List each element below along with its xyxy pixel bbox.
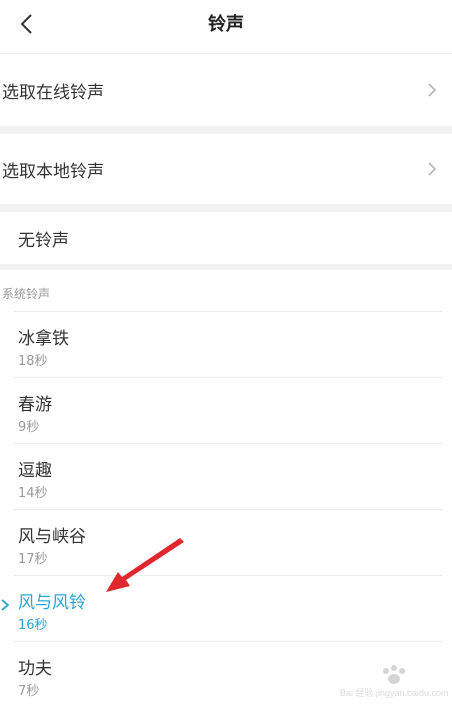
selected-chevron-icon (1, 599, 10, 611)
ringtone-duration: 16秒 (18, 618, 48, 633)
select-online-ringtone-row[interactable]: 选取在线铃声 (0, 54, 452, 126)
ringtone-screen: 铃声 选取在线铃声 选取本地铃声 无铃声 系统铃声 冰拿铁 18秒 春游 9秒 … (0, 0, 452, 713)
ringtone-item-selected[interactable]: 风与风铃 16秒 (0, 576, 452, 642)
ringtone-item[interactable]: 冰拿铁 18秒 (0, 312, 452, 378)
no-ringtone-label: 无铃声 (18, 230, 69, 251)
ringtone-item[interactable]: 风与峡谷 17秒 (0, 510, 452, 576)
ringtone-name: 冰拿铁 (18, 329, 69, 349)
ringtone-name: 逗趣 (18, 461, 52, 481)
select-online-ringtone-label: 选取在线铃声 (2, 82, 104, 103)
chevron-right-icon (428, 83, 437, 97)
ringtone-name: 风与风铃 (18, 593, 86, 613)
ringtone-name: 风与峡谷 (18, 527, 86, 547)
ringtone-duration: 17秒 (18, 552, 48, 567)
header-bar: 铃声 (0, 0, 452, 52)
ringtone-item[interactable]: 逗趣 14秒 (0, 444, 452, 510)
watermark-text: Bai 经验 jingyan.baidu.com (340, 688, 449, 698)
ringtone-name: 功夫 (18, 659, 52, 679)
page-title: 铃声 (208, 14, 244, 35)
select-local-ringtone-row[interactable]: 选取本地铃声 (0, 134, 452, 204)
section-gap (0, 204, 452, 212)
ringtone-duration: 7秒 (18, 684, 40, 699)
paw-logo-icon (383, 665, 405, 684)
baidu-jingyan-watermark: Bai 经验 jingyan.baidu.com (340, 665, 449, 699)
select-local-ringtone-label: 选取本地铃声 (2, 161, 104, 182)
ringtone-name: 春游 (18, 395, 52, 415)
ringtone-duration: 14秒 (18, 486, 48, 501)
section-gap (0, 264, 452, 270)
section-gap (0, 126, 452, 134)
no-ringtone-row[interactable]: 无铃声 (0, 212, 452, 264)
system-ringtones-label: 系统铃声 (2, 287, 51, 301)
chevron-right-icon (428, 162, 437, 176)
ringtone-duration: 18秒 (18, 354, 48, 369)
ringtone-item[interactable]: 春游 9秒 (0, 378, 452, 444)
ringtone-duration: 9秒 (18, 420, 40, 435)
